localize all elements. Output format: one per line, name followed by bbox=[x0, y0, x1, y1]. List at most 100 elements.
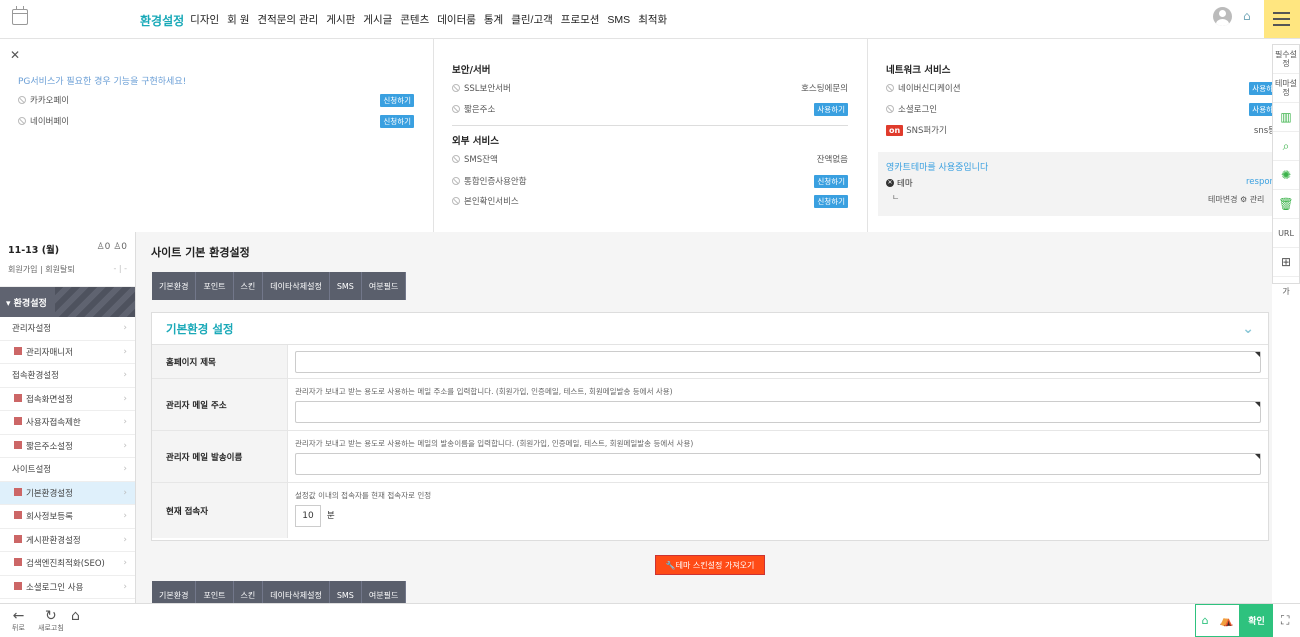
use-button[interactable]: 사용하기 bbox=[814, 102, 848, 116]
theme-settings-button[interactable]: 테마설정 bbox=[1273, 74, 1299, 103]
tab-sms[interactable]: SMS bbox=[329, 581, 362, 604]
sidebar-item[interactable]: 접속화면설정 › bbox=[0, 388, 135, 411]
tab-bar-bottom: 기본환경 포인트 스킨 데이타삭제설정 SMS 여분필드 bbox=[152, 581, 407, 604]
home-button[interactable]: ⌂ bbox=[71, 609, 80, 623]
trash-icon[interactable]: 🗑 bbox=[1273, 190, 1299, 219]
sidebar-item[interactable]: 접속환경설정 › bbox=[0, 364, 135, 388]
member-counts: ♙0 ♙0 bbox=[96, 242, 127, 252]
import-theme-skin-button[interactable]: 🔧 테마 스킨설정 가져오기 bbox=[655, 555, 765, 575]
homepage-title-input[interactable] bbox=[295, 351, 1261, 373]
sidebar-item[interactable]: 사용자접속제한 › bbox=[0, 411, 135, 435]
list-item: on SNS퍼가기 sns등 bbox=[886, 123, 1276, 137]
on-badge[interactable]: on bbox=[886, 124, 904, 136]
menu-item[interactable]: 최적화 bbox=[638, 12, 667, 27]
tab-extra[interactable]: 여분필드 bbox=[361, 581, 407, 604]
fullscreen-icon[interactable]: ⛶ bbox=[1281, 613, 1289, 628]
admin-email-input[interactable] bbox=[295, 401, 1261, 423]
sidebar-item[interactable]: 회사정보등록 › bbox=[0, 505, 135, 529]
menu-item[interactable]: 게시글 bbox=[363, 12, 392, 27]
tab-data-delete[interactable]: 데이타삭제설정 bbox=[263, 272, 330, 300]
x-circle-icon: ✕ bbox=[886, 179, 894, 187]
theme-notice: 영카트테마를 사용중입니다 bbox=[886, 163, 989, 173]
item-value: 잔액없음 bbox=[816, 155, 848, 165]
avatar[interactable] bbox=[1213, 7, 1232, 26]
chevron-down-icon[interactable]: ⌄ bbox=[1242, 321, 1254, 337]
sidebar-item[interactable]: 관리자설정 › bbox=[0, 317, 135, 341]
ban-icon bbox=[886, 84, 894, 92]
menu-item[interactable]: 디자인 bbox=[190, 12, 219, 27]
sidebar-item[interactable]: 사이트설정 › bbox=[0, 458, 135, 482]
refresh-button[interactable]: ↻ 새로고침 bbox=[38, 609, 64, 633]
menu-item[interactable]: 프로모션 bbox=[561, 12, 600, 27]
plus-box-icon[interactable]: ⊞ bbox=[1273, 248, 1299, 277]
tab-skin[interactable]: 스킨 bbox=[233, 581, 264, 604]
form-row: 관리자 메일 주소 관리자가 보내고 받는 용도로 사용하는 메일 주소를 입력… bbox=[152, 379, 1268, 431]
tab-extra[interactable]: 여분필드 bbox=[361, 272, 407, 300]
apply-button[interactable]: 신청하기 bbox=[814, 174, 848, 188]
menu-item[interactable]: 데이터룸 bbox=[437, 12, 476, 27]
url-button[interactable]: URL bbox=[1273, 219, 1299, 248]
sidebar: 11-13 (월) ♙0 ♙0 회원가입 | 회원탈퇴 - | - ▾ 환경설정… bbox=[0, 232, 136, 604]
calendar-icon[interactable] bbox=[12, 6, 28, 25]
apply-button[interactable]: 신청하기 bbox=[814, 194, 848, 208]
home-icon[interactable]: ⌂ bbox=[1202, 614, 1209, 627]
tab-sms[interactable]: SMS bbox=[329, 272, 362, 300]
item-label: 통합인증사용안함 bbox=[464, 177, 527, 187]
confirm-button[interactable]: 확인 bbox=[1240, 604, 1273, 637]
menu-item-settings[interactable]: 환경설정 bbox=[140, 12, 185, 42]
menu-item[interactable]: 콘텐츠 bbox=[400, 12, 429, 27]
sidebar-item[interactable]: 관리자매니저 › bbox=[0, 341, 135, 364]
sidebar-item[interactable]: 검색엔진최적화(SEO) › bbox=[0, 552, 135, 576]
apply-button[interactable]: 신청하기 bbox=[380, 93, 414, 107]
close-icon[interactable]: ✕ bbox=[10, 48, 20, 62]
home-icon[interactable]: ⌂ bbox=[1243, 10, 1256, 23]
chevron-right-icon: › bbox=[123, 323, 127, 334]
theme-box: 영카트테마를 사용중입니다 ✕ 테마 respon ㄴ 테마변경 ⚙ 관리 bbox=[878, 152, 1278, 216]
ban-icon bbox=[886, 105, 894, 113]
sidebar-item[interactable]: 게시판환경설정 › bbox=[0, 529, 135, 552]
theme-actions[interactable]: 테마변경 ⚙ 관리 bbox=[1208, 194, 1264, 205]
tab-basic[interactable]: 기본환경 bbox=[152, 272, 197, 300]
tab-basic[interactable]: 기본환경 bbox=[152, 581, 197, 604]
arrow-left-icon: ← bbox=[12, 608, 25, 624]
menu-item[interactable]: 통계 bbox=[484, 12, 503, 27]
menu-item[interactable]: SMS bbox=[607, 14, 630, 26]
sidebar-item[interactable]: 기본환경설정 › bbox=[0, 481, 135, 505]
menu-item[interactable]: 클린/고객 bbox=[511, 12, 553, 27]
page-icon bbox=[14, 511, 22, 520]
current-users-input[interactable]: 10 bbox=[295, 505, 321, 527]
tab-data-delete[interactable]: 데이타삭제설정 bbox=[263, 581, 330, 604]
chevron-right-icon: › bbox=[123, 370, 127, 381]
leave-label[interactable]: 회원탈퇴 bbox=[45, 265, 74, 274]
sidebar-item[interactable]: 소셜로그인 사용 › bbox=[0, 576, 135, 599]
tab-point[interactable]: 포인트 bbox=[196, 272, 234, 300]
tab-point[interactable]: 포인트 bbox=[196, 581, 234, 604]
card-header[interactable]: 기본환경 설정 ⌄ bbox=[152, 313, 1268, 345]
sidebar-header[interactable]: ▾ 환경설정 bbox=[0, 287, 135, 317]
back-button[interactable]: ← 뒤로 bbox=[12, 609, 25, 633]
chevron-right-icon: › bbox=[123, 487, 127, 498]
font-size-button[interactable]: 가 bbox=[1273, 277, 1299, 306]
theme-value[interactable]: respon bbox=[1246, 177, 1275, 187]
loading-icon[interactable]: ✺ bbox=[1273, 161, 1299, 190]
sidebar-item-label: 관리자매니저 bbox=[26, 347, 73, 358]
menu-item[interactable]: 견적문의 관리 bbox=[257, 12, 318, 27]
search-icon[interactable]: ⌕ bbox=[1273, 132, 1299, 161]
item-label: 카카오페이 bbox=[30, 96, 70, 106]
join-label[interactable]: 회원가입 bbox=[8, 265, 37, 274]
pg-notice[interactable]: PG서비스가 필요한 경우 기능을 구현하세요! bbox=[18, 74, 186, 87]
chevron-right-icon: › bbox=[123, 440, 127, 451]
chart-icon[interactable]: ▥ bbox=[1273, 103, 1299, 132]
hamburger-menu-button[interactable] bbox=[1264, 0, 1300, 38]
apply-button[interactable]: 신청하기 bbox=[380, 114, 414, 128]
sidebar-item[interactable]: 짧은주소설정 › bbox=[0, 435, 135, 458]
tab-skin[interactable]: 스킨 bbox=[233, 272, 264, 300]
chevron-right-icon: › bbox=[123, 393, 127, 404]
admin-sender-name-input[interactable] bbox=[295, 453, 1261, 475]
ban-icon bbox=[452, 105, 460, 113]
item-label: 본인확인서비스 bbox=[464, 197, 519, 207]
shop-icon[interactable]: ⛺ bbox=[1220, 614, 1234, 627]
menu-item[interactable]: 회 원 bbox=[227, 12, 249, 27]
required-settings-button[interactable]: 필수설정 bbox=[1273, 45, 1299, 74]
menu-item[interactable]: 게시판 bbox=[326, 12, 355, 27]
